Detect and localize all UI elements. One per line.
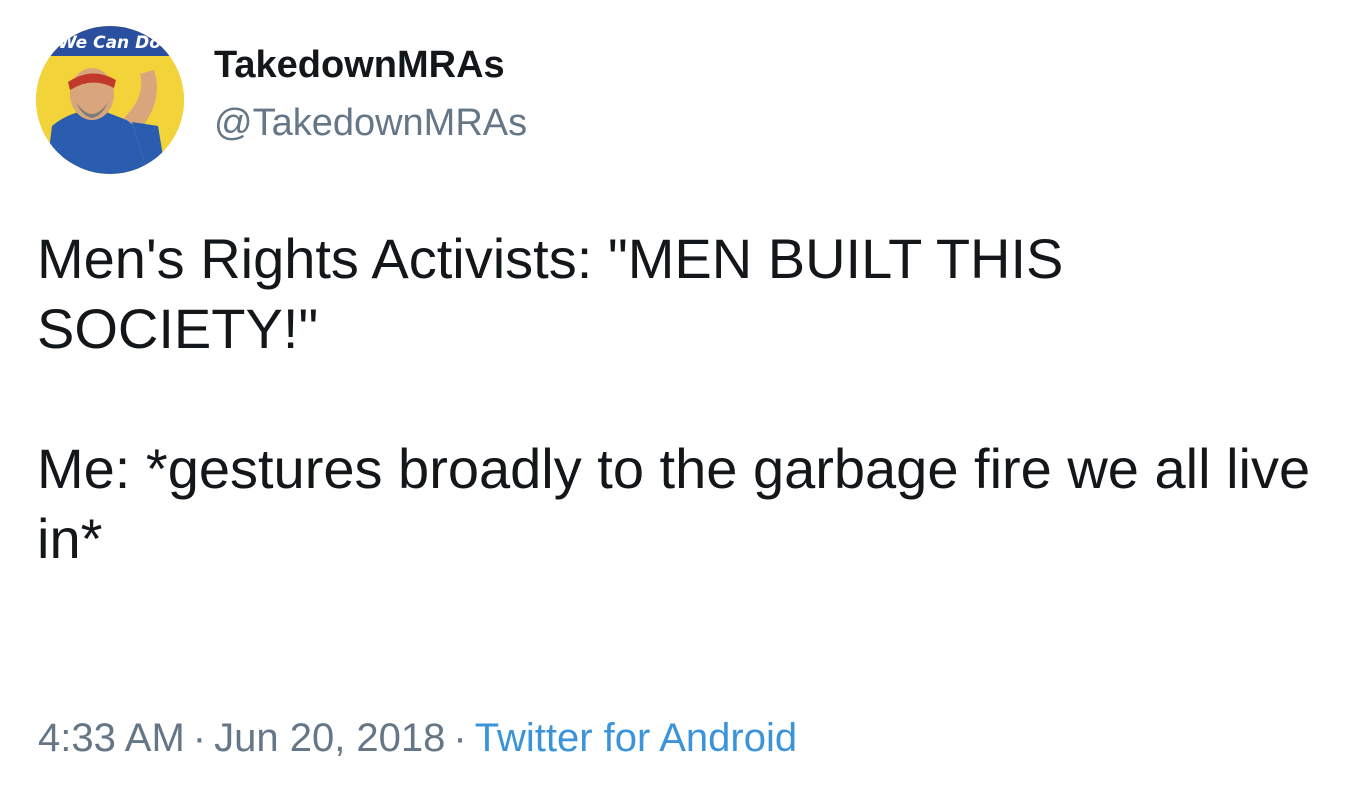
- profile-avatar[interactable]: We Can Do It: [36, 26, 184, 174]
- tweet-metadata: 4:33 AM · Jun 20, 2018 · Twitter for Android: [38, 716, 797, 761]
- meta-separator: ·: [453, 716, 467, 760]
- author-display-name[interactable]: TakedownMRAs: [214, 44, 505, 87]
- tweet-text-paragraph-2: Me: *gestures broadly to the garbage fir…: [37, 437, 1326, 570]
- author-handle[interactable]: @TakedownMRAs: [214, 102, 527, 145]
- tweet-source-link[interactable]: Twitter for Android: [475, 716, 797, 760]
- tweet-card: We Can Do It TakedownMRAs @TakedownMRAs …: [0, 0, 1348, 800]
- tweet-date[interactable]: Jun 20, 2018: [214, 716, 445, 760]
- tweet-text: Men's Rights Activists: "MEN BUILT THIS …: [37, 224, 1337, 574]
- tweet-text-paragraph-1: Men's Rights Activists: "MEN BUILT THIS …: [37, 227, 1079, 360]
- meta-separator: ·: [192, 716, 207, 760]
- tweet-time[interactable]: 4:33 AM: [38, 716, 185, 760]
- avatar-banner-text: We Can Do It: [58, 33, 182, 53]
- avatar-illustration: We Can Do It: [36, 26, 184, 174]
